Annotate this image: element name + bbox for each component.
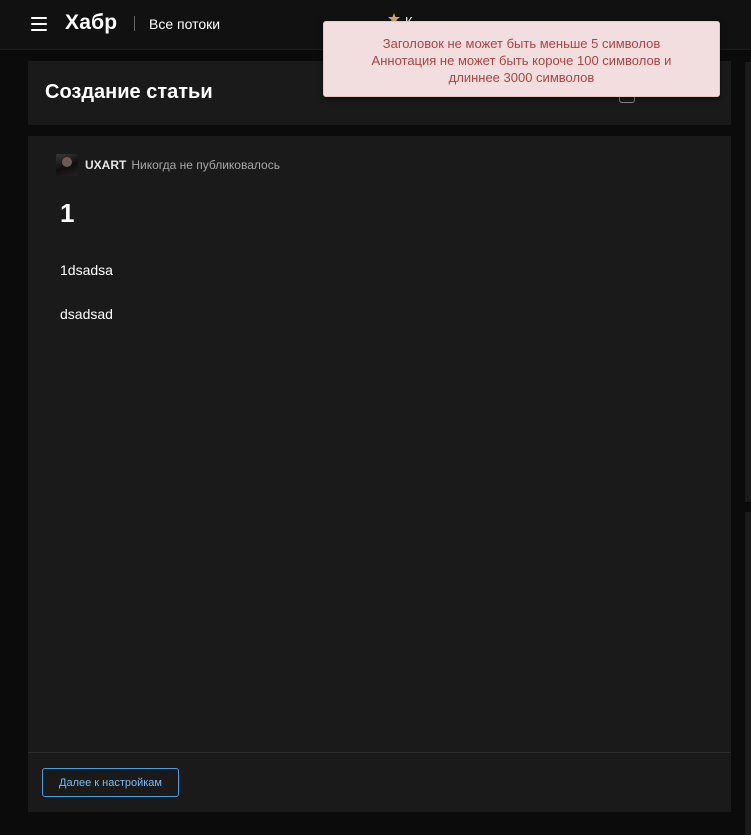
toast-line: Аннотация не может быть короче 100 симво…	[371, 53, 672, 68]
toast-line: Заголовок не может быть меньше 5 символо…	[382, 36, 661, 51]
sidebar-edge	[745, 62, 751, 502]
page-title: Создание статьи	[45, 81, 213, 103]
avatar[interactable]	[56, 154, 78, 176]
author-status: Никогда не публиковалось	[131, 158, 280, 172]
editor-card: UXART Никогда не публиковалось 1 1dsadsa…	[28, 136, 731, 812]
author-row: UXART Никогда не публиковалось	[56, 154, 280, 176]
toast-line: длиннее 3000 символов	[448, 70, 595, 85]
sidebar-edge-lower	[745, 512, 751, 835]
error-toast[interactable]: Заголовок не может быть меньше 5 символо…	[323, 21, 720, 97]
footer-divider	[28, 752, 731, 753]
all-flows-link[interactable]: Все потоки	[149, 16, 220, 32]
author-name[interactable]: UXART	[85, 158, 126, 172]
menu-icon[interactable]	[31, 17, 47, 31]
article-paragraph[interactable]: 1dsadsa	[60, 262, 113, 278]
next-to-settings-button[interactable]: Далее к настройкам	[42, 768, 179, 797]
header-divider	[134, 16, 135, 31]
article-title-input[interactable]: 1	[60, 198, 74, 229]
article-paragraph[interactable]: dsadsad	[60, 306, 113, 322]
logo[interactable]: Хабр	[65, 11, 117, 35]
